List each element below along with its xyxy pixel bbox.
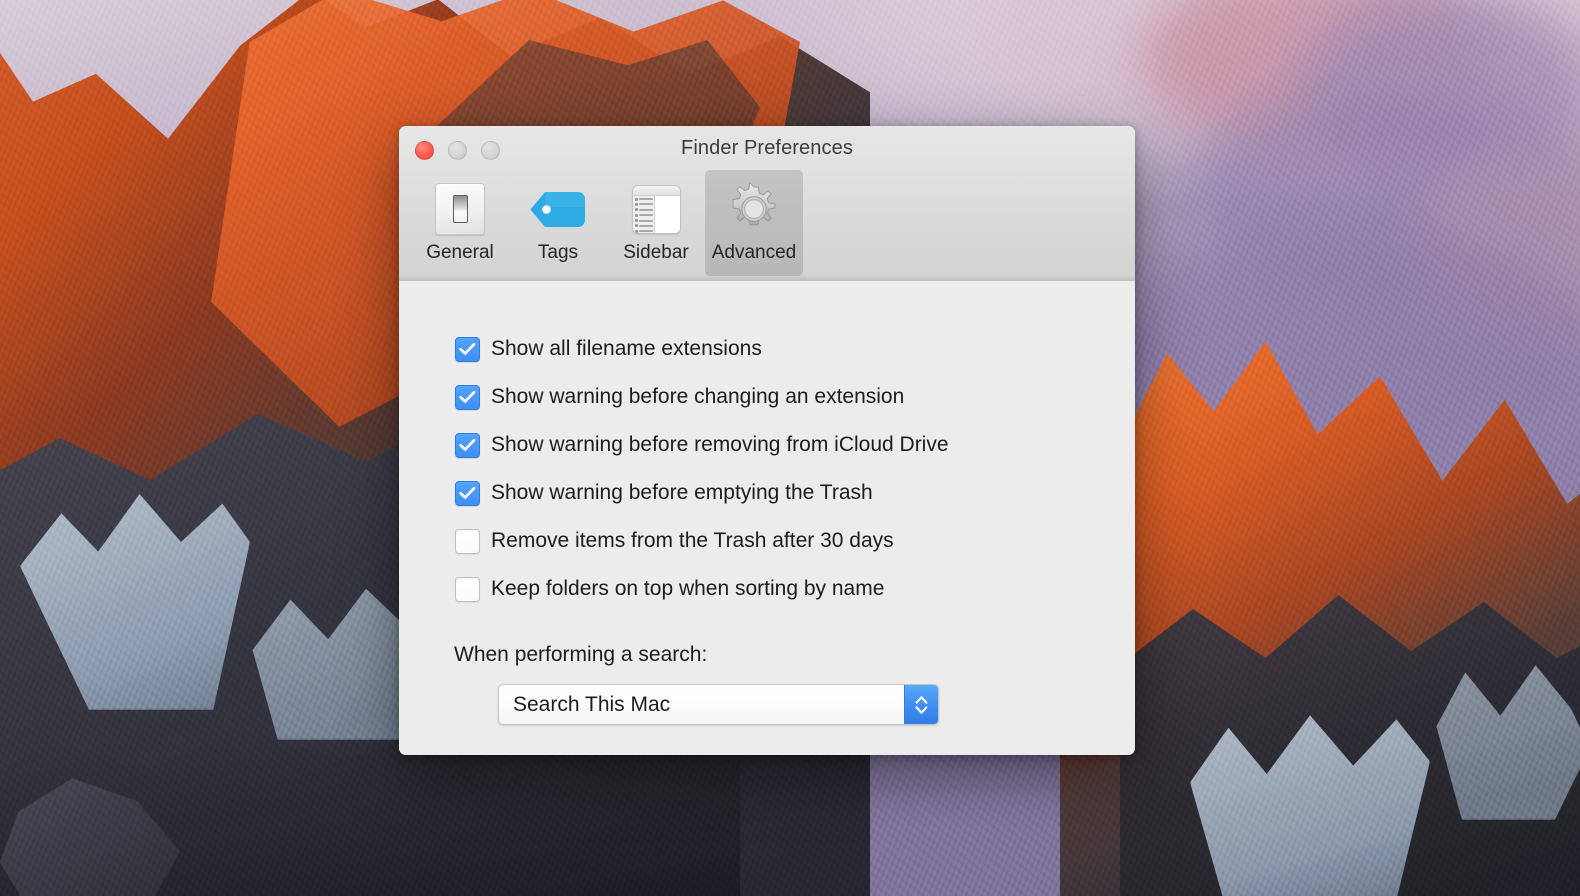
tab-tags[interactable]: Tags — [509, 170, 607, 276]
tab-general-label: General — [426, 242, 494, 263]
checkbox[interactable] — [455, 576, 480, 602]
tab-advanced-label: Advanced — [711, 242, 797, 263]
preferences-toolbar: General Tags Sidebar Advanced — [399, 170, 1135, 281]
window-titlebar[interactable]: Finder Preferences — [399, 126, 1135, 174]
option-keep-folders-on-top[interactable]: Keep folders on top when sorting by name — [455, 565, 1135, 613]
tab-tags-label: Tags — [537, 242, 579, 263]
tab-general[interactable]: General — [411, 170, 509, 276]
tab-advanced[interactable]: Advanced — [705, 170, 803, 276]
option-label: Show warning before changing an extensio… — [491, 385, 905, 408]
window-chrome: Finder Preferences General Tags Sidebar … — [399, 126, 1135, 281]
sidebar-window-icon — [625, 178, 687, 240]
option-label: Show warning before emptying the Trash — [491, 481, 873, 504]
advanced-pane: Show all filename extensions Show warnin… — [399, 281, 1135, 755]
advanced-options-list: Show all filename extensions Show warnin… — [399, 325, 1135, 613]
checkbox[interactable] — [455, 384, 480, 410]
window-title: Finder Preferences — [681, 137, 853, 159]
search-scope-caption: When performing a search: — [454, 643, 708, 666]
option-warn-removing-icloud-drive[interactable]: Show warning before removing from iCloud… — [455, 421, 1135, 469]
option-warn-changing-extension[interactable]: Show warning before changing an extensio… — [455, 373, 1135, 421]
option-show-all-filename-extensions[interactable]: Show all filename extensions — [455, 325, 1135, 373]
option-remove-items-after-30-days[interactable]: Remove items from the Trash after 30 day… — [455, 517, 1135, 565]
option-label: Keep folders on top when sorting by name — [491, 577, 885, 600]
chevron-up-down-icon[interactable] — [904, 685, 938, 724]
checkbox[interactable] — [455, 336, 480, 362]
option-label: Remove items from the Trash after 30 day… — [491, 529, 894, 552]
light-switch-icon — [429, 178, 491, 240]
option-warn-emptying-trash[interactable]: Show warning before emptying the Trash — [455, 469, 1135, 517]
search-scope-popup-button[interactable]: Search This Mac — [498, 684, 939, 725]
finder-preferences-window: Finder Preferences General Tags Sidebar … — [399, 126, 1135, 755]
option-label: Show all filename extensions — [491, 337, 762, 360]
search-scope-value: Search This Mac — [513, 692, 671, 716]
desktop-wallpaper: Finder Preferences General Tags Sidebar … — [0, 0, 1580, 896]
tab-sidebar[interactable]: Sidebar — [607, 170, 705, 276]
gear-icon — [723, 178, 785, 240]
tab-sidebar-label: Sidebar — [623, 242, 689, 263]
checkbox[interactable] — [455, 528, 480, 554]
tag-icon — [527, 178, 589, 240]
search-scope-section: When performing a search: Search This Ma… — [399, 643, 1135, 725]
checkbox[interactable] — [455, 480, 480, 506]
checkbox[interactable] — [455, 432, 480, 458]
option-label: Show warning before removing from iCloud… — [491, 433, 949, 456]
